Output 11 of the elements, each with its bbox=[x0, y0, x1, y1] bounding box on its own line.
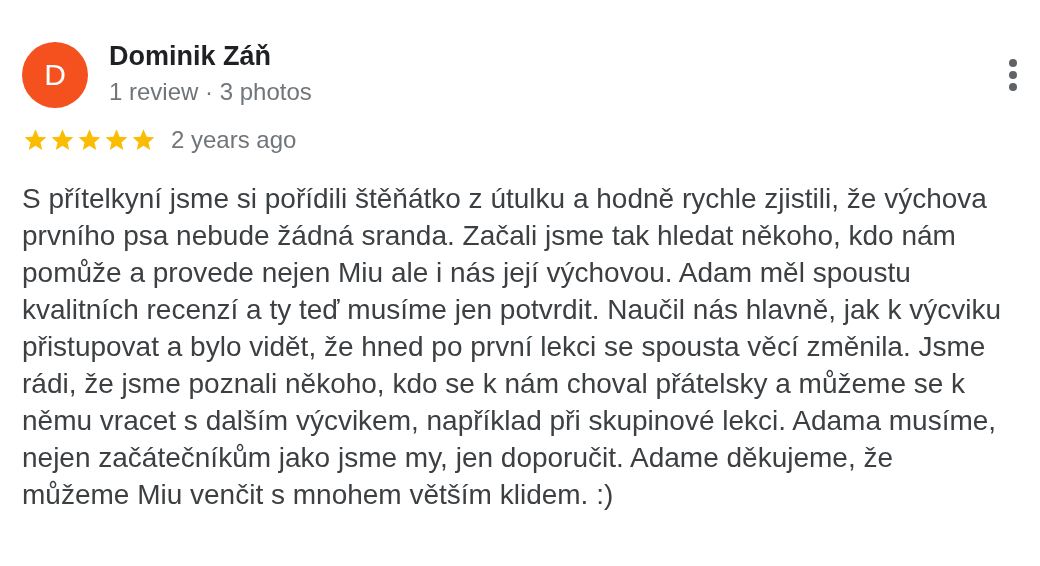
reviewer-name: Dominik Záň bbox=[109, 40, 272, 72]
more-vertical-icon bbox=[1008, 58, 1018, 92]
star-icon bbox=[130, 127, 157, 153]
review-time: 2 years ago bbox=[171, 126, 297, 154]
review-text: S přítelkyní jsme si pořídili štěňátko z útulku a hodně rychle zjistili, že výchova prvního psa nebude žádná sranda. Začali jsme tak hledat někoho, kdo nám pomůže a provede nejen Miu ale i nás její výchovou. Adam měl spoustu kvalitních recenzí a ty teď musíme jen potvrdit. Naučil nás hlavně, jak k výcviku přistupovat a bylo vidět, že hned po první lekci se spousta věcí změnila. Jsme rádi, že jsme poznali někoho, kdo se k nám choval přátelsky a můžeme se k němu vracet s dalším výcvikem, například při skupinové lekci. Adama musíme, nejen začátečníkům jako jsme my, jen doporučit. Adame děkujeme, že můžeme Miu venčit s mnohem větším klidem. :) bbox=[22, 182, 1002, 512]
reviewer-stats: 1 review · 3 photos bbox=[109, 77, 313, 106]
star-icon bbox=[103, 127, 130, 153]
star-icon bbox=[76, 127, 103, 153]
star-icon bbox=[22, 127, 49, 153]
star-icon bbox=[49, 127, 76, 153]
avatar: D bbox=[22, 42, 88, 108]
